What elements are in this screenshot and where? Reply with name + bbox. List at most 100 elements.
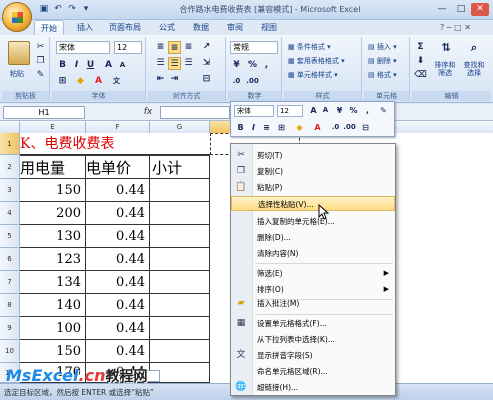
align-right-icon[interactable]: ☰ bbox=[182, 57, 195, 70]
price-cell[interactable]: 0.44 bbox=[86, 340, 150, 363]
office-button[interactable] bbox=[2, 2, 32, 32]
tab-insert[interactable]: 插入 bbox=[70, 20, 100, 35]
menu-item-cut[interactable]: ✂ 剪切(T) bbox=[231, 148, 395, 163]
usage-cell[interactable]: 150 bbox=[20, 340, 86, 363]
clear-icon[interactable]: ⌫ bbox=[414, 69, 427, 82]
font-size-combo[interactable]: 12 bbox=[114, 41, 142, 54]
mini-border-icon[interactable]: ⊞ bbox=[275, 121, 288, 134]
align-center-icon[interactable]: ☰ bbox=[168, 57, 181, 70]
fill-icon[interactable]: ⬇ bbox=[414, 55, 427, 68]
qat-dropdown-icon[interactable]: ▾ bbox=[80, 4, 92, 15]
mini-increase-decimal-icon[interactable]: .0 bbox=[329, 121, 342, 134]
currency-icon[interactable]: ¥ bbox=[230, 59, 243, 72]
format-painter-icon[interactable]: ✎ bbox=[34, 69, 47, 82]
row-header[interactable]: 4 bbox=[0, 202, 20, 225]
row-header[interactable]: 6 bbox=[0, 248, 20, 271]
mini-format-painter-icon[interactable]: ✎ bbox=[377, 104, 390, 117]
column-header-g[interactable]: G bbox=[150, 121, 210, 133]
mini-bold-icon[interactable]: B bbox=[234, 121, 247, 134]
delete-cells-button[interactable]: ▤ 删除 ▾ bbox=[368, 56, 397, 66]
font-color-icon[interactable]: A bbox=[92, 75, 105, 88]
menu-item-insert-comment[interactable]: ▰ 插入批注(M) bbox=[231, 296, 395, 311]
format-cells-button[interactable]: ▤ 格式 ▾ bbox=[368, 70, 397, 80]
mini-decrease-decimal-icon[interactable]: .00 bbox=[343, 121, 356, 134]
tab-formulas[interactable]: 公式 bbox=[152, 20, 182, 35]
usage-cell[interactable]: 134 bbox=[20, 271, 86, 294]
name-box[interactable]: H1 bbox=[3, 106, 85, 119]
menu-item-paste-special[interactable]: 选择性粘贴(V)... bbox=[231, 196, 395, 211]
mini-shrink-font-icon[interactable]: A bbox=[319, 104, 332, 117]
align-middle-icon[interactable]: ≡ bbox=[168, 41, 181, 54]
paste-icon[interactable] bbox=[8, 41, 30, 65]
mini-merge-icon[interactable]: ⊟ bbox=[359, 121, 372, 134]
font-name-combo[interactable]: 宋体 bbox=[56, 41, 110, 54]
menu-item-pick-from-list[interactable]: 从下拉列表中选择(K)... bbox=[231, 332, 395, 347]
column-header-e[interactable]: E bbox=[20, 121, 86, 133]
row-header[interactable]: 10 bbox=[0, 340, 20, 363]
mini-font-name-combo[interactable]: 宋体 bbox=[234, 105, 274, 117]
usage-cell[interactable]: 100 bbox=[20, 317, 86, 340]
menu-item-insert-copied-cells[interactable]: 插入复制的单元格(E)... bbox=[231, 214, 395, 229]
price-cell[interactable]: 0.44 bbox=[86, 271, 150, 294]
shrink-font-icon[interactable]: A bbox=[116, 59, 129, 72]
row-header[interactable]: 5 bbox=[0, 225, 20, 248]
subtotal-cell[interactable] bbox=[150, 271, 210, 294]
price-cell[interactable]: 0.44 bbox=[86, 317, 150, 340]
maximize-icon[interactable]: □ bbox=[452, 3, 470, 16]
paste-button[interactable]: 粘贴 bbox=[10, 69, 24, 79]
row-header[interactable]: 7 bbox=[0, 271, 20, 294]
menu-item-hyperlink[interactable]: 🌐 超链接(H)... bbox=[231, 380, 395, 395]
menu-item-sort[interactable]: 排序(O) ▶ bbox=[231, 282, 395, 297]
ribbon-window-controls[interactable]: ? ─ □ ✕ bbox=[440, 23, 484, 33]
formula-input[interactable] bbox=[160, 106, 230, 119]
conditional-formatting-button[interactable]: ▦ 条件格式 ▾ bbox=[288, 42, 331, 52]
mini-align-center-icon[interactable]: ≡ bbox=[260, 121, 273, 134]
menu-item-copy[interactable]: ❐ 复制(C) bbox=[231, 164, 395, 179]
row-header[interactable]: 9 bbox=[0, 317, 20, 340]
menu-item-name-range[interactable]: 命名单元格区域(R)... bbox=[231, 364, 395, 379]
undo-icon[interactable]: ↶ bbox=[52, 4, 64, 15]
underline-icon[interactable]: U bbox=[84, 59, 97, 72]
align-top-icon[interactable]: ≡ bbox=[154, 41, 167, 54]
bold-icon[interactable]: B bbox=[56, 59, 69, 72]
mini-percent-icon[interactable]: % bbox=[347, 104, 360, 117]
autosum-icon[interactable]: Σ bbox=[414, 41, 427, 54]
tab-home[interactable]: 开始 bbox=[34, 20, 64, 35]
align-left-icon[interactable]: ☰ bbox=[154, 57, 167, 70]
subtotal-cell[interactable] bbox=[150, 179, 210, 202]
row-header[interactable]: 8 bbox=[0, 294, 20, 317]
row-header[interactable]: 1 bbox=[0, 133, 20, 155]
format-as-table-button[interactable]: ▦ 套用表格格式 ▾ bbox=[288, 56, 345, 66]
header-cell-subtotal[interactable]: 小计 bbox=[150, 155, 210, 179]
merge-center-icon[interactable]: ⊟ bbox=[200, 73, 213, 86]
fill-color-icon[interactable]: ◆ bbox=[74, 75, 87, 88]
phonetic-icon[interactable]: 文 bbox=[110, 75, 123, 88]
header-cell-price[interactable]: 电单价 bbox=[86, 155, 150, 179]
row-header[interactable]: 2 bbox=[0, 155, 20, 179]
minimize-icon[interactable]: — bbox=[433, 3, 451, 16]
cell-styles-button[interactable]: ▦ 单元格样式 ▾ bbox=[288, 70, 338, 80]
tab-review[interactable]: 审阅 bbox=[220, 20, 250, 35]
tab-page-layout[interactable]: 页面布局 bbox=[104, 20, 146, 35]
usage-cell[interactable]: 150 bbox=[20, 179, 86, 202]
grow-font-icon[interactable]: A bbox=[102, 59, 115, 72]
menu-item-filter[interactable]: 筛选(E) ▶ bbox=[231, 266, 395, 281]
wrap-text-icon[interactable]: ⇲ bbox=[200, 57, 213, 70]
price-cell[interactable]: 0.44 bbox=[86, 225, 150, 248]
mini-currency-icon[interactable]: ¥ bbox=[333, 104, 346, 117]
subtotal-cell[interactable] bbox=[150, 294, 210, 317]
mini-italic-icon[interactable]: I bbox=[247, 121, 260, 134]
italic-icon[interactable]: I bbox=[70, 59, 83, 72]
increase-decimal-icon[interactable]: .0 bbox=[230, 75, 243, 88]
cut-icon[interactable]: ✂ bbox=[34, 41, 47, 54]
menu-item-show-phonetic[interactable]: 文显示拼音字段(S) bbox=[231, 348, 395, 363]
subtotal-cell[interactable] bbox=[150, 202, 210, 225]
subtotal-cell[interactable] bbox=[150, 248, 210, 271]
find-select-icon[interactable]: ⌕ bbox=[464, 41, 484, 57]
sort-filter-button[interactable]: 排序和 筛选 bbox=[432, 61, 458, 77]
header-cell-usage[interactable]: 用电量 bbox=[20, 155, 86, 179]
decrease-decimal-icon[interactable]: .00 bbox=[246, 75, 259, 88]
mini-font-color-icon[interactable]: A bbox=[311, 121, 324, 134]
sheet-title-fragment[interactable]: K、电费收费表 bbox=[20, 133, 210, 155]
subtotal-cell[interactable] bbox=[150, 317, 210, 340]
